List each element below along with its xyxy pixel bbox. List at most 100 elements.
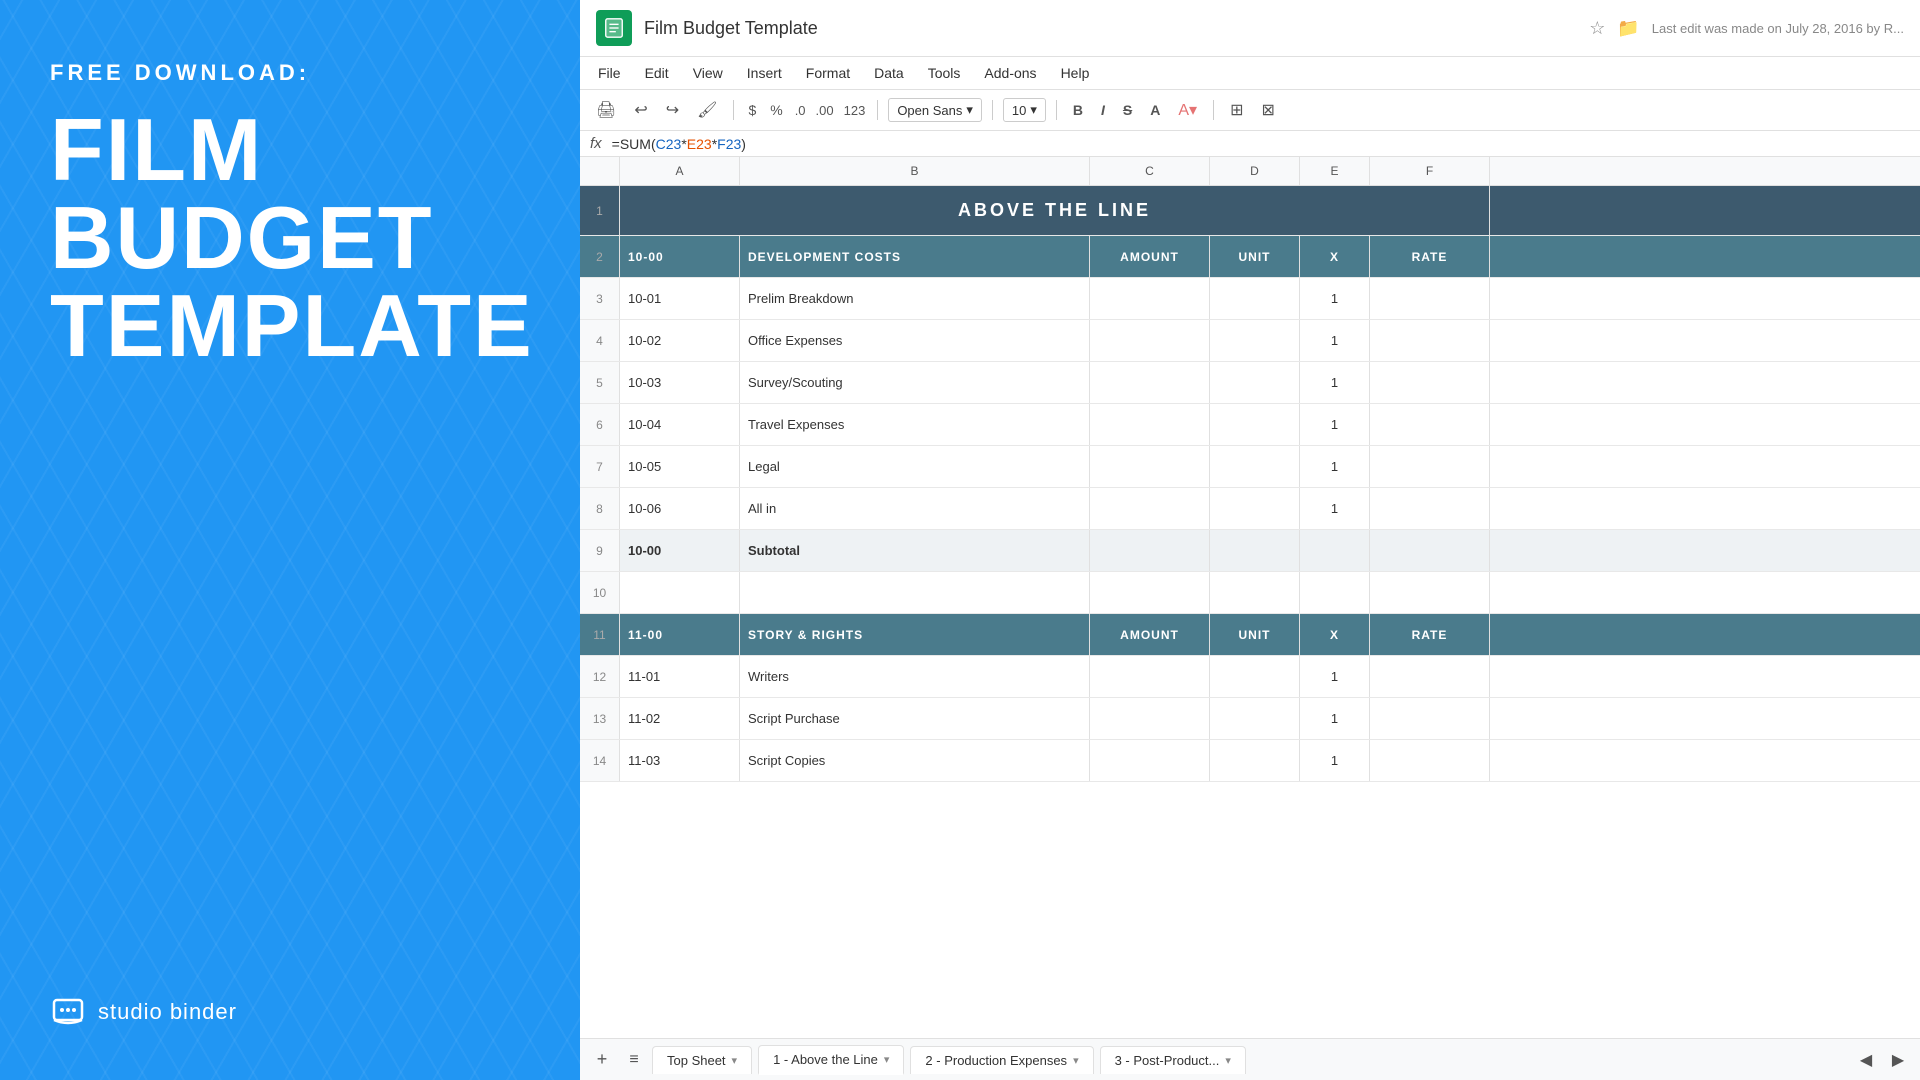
unit-cell[interactable] — [1210, 698, 1300, 739]
unit-cell[interactable] — [1210, 446, 1300, 487]
tab-dropdown-icon[interactable]: ▾ — [884, 1053, 890, 1066]
line-name-cell[interactable]: Travel Expenses — [740, 404, 1090, 445]
unit-cell[interactable] — [1210, 404, 1300, 445]
print-btn[interactable]: 🖨 — [590, 96, 622, 124]
tab-top-sheet[interactable]: Top Sheet ▾ — [652, 1046, 752, 1074]
amount-cell[interactable] — [1090, 698, 1210, 739]
line-code-cell[interactable]: 11-02 — [620, 698, 740, 739]
subtotal-label-cell[interactable]: Subtotal — [740, 530, 1090, 571]
line-name-cell[interactable]: Survey/Scouting — [740, 362, 1090, 403]
empty-cell[interactable] — [1090, 572, 1210, 613]
paint-format-btn[interactable]: 🖌 — [691, 96, 723, 124]
category-code-cell[interactable]: 10-00 — [620, 236, 740, 277]
line-code-cell[interactable]: 10-01 — [620, 278, 740, 319]
col-header-c[interactable]: C — [1090, 157, 1210, 185]
rate-cell[interactable] — [1370, 488, 1490, 529]
amount-cell[interactable] — [1090, 488, 1210, 529]
category-name-cell[interactable]: DEVELOPMENT COSTS — [740, 236, 1090, 277]
rate-cell[interactable] — [1370, 446, 1490, 487]
line-name-cell[interactable]: All in — [740, 488, 1090, 529]
empty-cell[interactable] — [1210, 572, 1300, 613]
rate-cell[interactable] — [1370, 320, 1490, 361]
x-cell[interactable]: 1 — [1300, 278, 1370, 319]
undo-btn[interactable]: ↩ — [628, 96, 653, 124]
x-cell[interactable]: 1 — [1300, 446, 1370, 487]
menu-file[interactable]: File — [596, 61, 623, 85]
menu-tools[interactable]: Tools — [926, 61, 963, 85]
line-name-cell[interactable]: Office Expenses — [740, 320, 1090, 361]
empty-cell[interactable] — [1370, 572, 1490, 613]
menu-data[interactable]: Data — [872, 61, 906, 85]
line-code-cell[interactable]: 10-05 — [620, 446, 740, 487]
subtotal-amount-cell[interactable] — [1090, 530, 1210, 571]
line-name-cell[interactable]: Legal — [740, 446, 1090, 487]
subtotal-x-cell[interactable] — [1300, 530, 1370, 571]
tab-dropdown-icon[interactable]: ▾ — [1225, 1054, 1231, 1067]
unit-cell[interactable] — [1210, 656, 1300, 697]
bold-btn[interactable]: B — [1067, 98, 1089, 122]
unit-cell[interactable] — [1210, 278, 1300, 319]
merge-btn[interactable]: ⊠ — [1255, 96, 1280, 124]
x-cell[interactable]: 1 — [1300, 740, 1370, 781]
decimal-decrease-btn[interactable]: .0 — [793, 99, 808, 122]
star-icon[interactable]: ☆ — [1589, 18, 1605, 39]
menu-view[interactable]: View — [691, 61, 725, 85]
tab-post-production[interactable]: 3 - Post-Product... ▾ — [1100, 1046, 1246, 1074]
col-header-e[interactable]: E — [1300, 157, 1370, 185]
line-name-cell[interactable]: Prelim Breakdown — [740, 278, 1090, 319]
underline-a-btn[interactable]: A — [1144, 98, 1166, 122]
unit-cell[interactable] — [1210, 320, 1300, 361]
col-header-f[interactable]: F — [1370, 157, 1490, 185]
x-cell[interactable]: 1 — [1300, 488, 1370, 529]
section-title-cell[interactable]: ABOVE THE LINE — [620, 186, 1490, 235]
amount-cell[interactable] — [1090, 320, 1210, 361]
col-header-d[interactable]: D — [1210, 157, 1300, 185]
unit-cell[interactable] — [1210, 740, 1300, 781]
subtotal-rate-cell[interactable] — [1370, 530, 1490, 571]
fill-color-btn[interactable]: A▾ — [1172, 96, 1203, 124]
category-name-cell[interactable]: STORY & RIGHTS — [740, 614, 1090, 655]
amount-cell[interactable] — [1090, 362, 1210, 403]
menu-edit[interactable]: Edit — [643, 61, 671, 85]
borders-btn[interactable]: ⊞ — [1224, 96, 1249, 124]
category-code-cell[interactable]: 11-00 — [620, 614, 740, 655]
tab-dropdown-icon[interactable]: ▾ — [1073, 1054, 1079, 1067]
line-code-cell[interactable]: 10-02 — [620, 320, 740, 361]
rate-cell[interactable] — [1370, 740, 1490, 781]
menu-format[interactable]: Format — [804, 61, 852, 85]
rate-cell[interactable] — [1370, 362, 1490, 403]
menu-help[interactable]: Help — [1059, 61, 1092, 85]
tab-next-button[interactable]: ▶ — [1884, 1046, 1912, 1074]
x-cell[interactable]: 1 — [1300, 404, 1370, 445]
decimal-format-btn[interactable]: 123 — [842, 99, 868, 122]
line-code-cell[interactable]: 11-03 — [620, 740, 740, 781]
subtotal-unit-cell[interactable] — [1210, 530, 1300, 571]
col-header-b[interactable]: B — [740, 157, 1090, 185]
rate-cell[interactable] — [1370, 278, 1490, 319]
x-cell[interactable]: 1 — [1300, 362, 1370, 403]
empty-cell[interactable] — [740, 572, 1090, 613]
line-code-cell[interactable]: 10-06 — [620, 488, 740, 529]
percent-btn[interactable]: % — [766, 98, 786, 122]
decimal-increase-btn[interactable]: .00 — [814, 99, 836, 122]
italic-btn[interactable]: I — [1095, 98, 1111, 122]
amount-cell[interactable] — [1090, 404, 1210, 445]
line-name-cell[interactable]: Writers — [740, 656, 1090, 697]
amount-cell[interactable] — [1090, 656, 1210, 697]
sheet-list-button[interactable]: ≡ — [620, 1046, 648, 1074]
tab-prev-button[interactable]: ◀ — [1852, 1046, 1880, 1074]
line-name-cell[interactable]: Script Purchase — [740, 698, 1090, 739]
rate-cell[interactable] — [1370, 404, 1490, 445]
redo-btn[interactable]: ↪ — [660, 96, 685, 124]
line-name-cell[interactable]: Script Copies — [740, 740, 1090, 781]
formula-content[interactable]: =SUM(C23*E23*F23) — [612, 136, 1910, 152]
x-cell[interactable]: 1 — [1300, 320, 1370, 361]
add-sheet-button[interactable]: + — [588, 1046, 616, 1074]
rate-cell[interactable] — [1370, 656, 1490, 697]
amount-cell[interactable] — [1090, 446, 1210, 487]
line-code-cell[interactable]: 10-04 — [620, 404, 740, 445]
unit-cell[interactable] — [1210, 362, 1300, 403]
col-header-a[interactable]: A — [620, 157, 740, 185]
menu-addons[interactable]: Add-ons — [982, 61, 1038, 85]
rate-cell[interactable] — [1370, 698, 1490, 739]
